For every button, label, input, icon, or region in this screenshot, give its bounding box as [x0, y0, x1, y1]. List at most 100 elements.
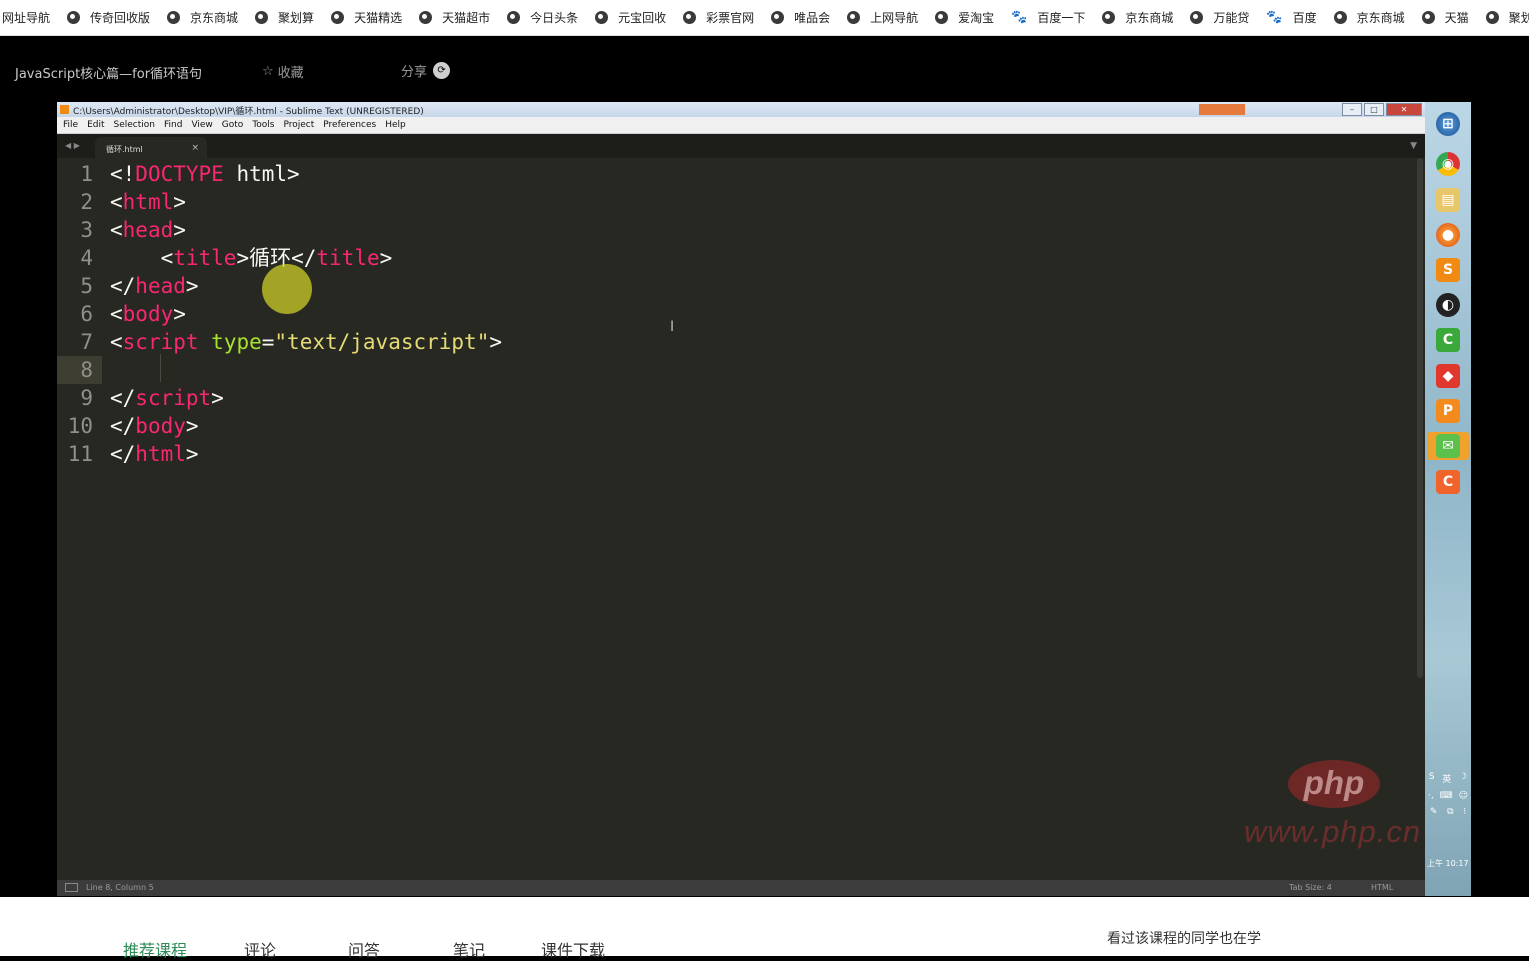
bookmark-item[interactable]: 🐾 百度一下 [1011, 9, 1085, 26]
code-text: <script type="text/javascript"> [110, 328, 502, 356]
bookmark-item[interactable]: 彩票官网 [683, 9, 754, 26]
keyboard-icon[interactable]: ⌨ [1440, 791, 1453, 801]
taskbar-item[interactable]: C [1433, 468, 1463, 496]
bookmark-label: 天猫超市 [442, 11, 491, 25]
wrench-icon[interactable]: ✎ [1430, 807, 1438, 817]
lang-icon[interactable]: 英 [1442, 772, 1451, 785]
bookmark-item[interactable]: 京东商城 [1333, 9, 1405, 26]
bookmark-item[interactable]: 聚划 [1485, 9, 1529, 26]
sogou-icon[interactable]: S [1429, 772, 1435, 785]
bookmark-item[interactable]: 天猫 [1421, 9, 1469, 26]
tab-qa[interactable]: 问答 [348, 937, 380, 961]
code-line[interactable]: 2 <html> [57, 188, 1417, 216]
code-token: = [261, 330, 275, 354]
php-watermark: php www.php.cn [1232, 760, 1420, 850]
bookmark-item[interactable]: 爱淘宝 [935, 9, 994, 26]
taskbar-item[interactable]: S [1433, 256, 1463, 284]
external-icon[interactable]: ⧉ [1447, 807, 1453, 817]
bookmark-item[interactable]: 京东商城 [167, 9, 238, 26]
bookmark-item[interactable]: 天猫超市 [419, 9, 490, 26]
console-icon[interactable] [65, 883, 78, 892]
tab-recommended[interactable]: 推荐课程 [123, 937, 187, 961]
code-line[interactable]: 7 <script type="text/javascript"> [57, 328, 1417, 356]
code-token: head [135, 274, 186, 298]
menu-item-file[interactable]: File [63, 120, 78, 130]
taskbar-item[interactable]: ◆ [1433, 362, 1463, 390]
code-line[interactable]: 4 <title>循环</title> [57, 244, 1417, 272]
taskbar-item[interactable]: ◉ [1433, 150, 1463, 178]
code-line[interactable]: 5 </head> [57, 272, 1417, 300]
tab-file[interactable]: 循环.html × [95, 137, 207, 158]
bookmark-item[interactable]: 🐾 百度 [1266, 9, 1316, 26]
minimize-button[interactable]: – [1342, 103, 1362, 116]
globe-icon [419, 11, 433, 24]
bookmark-item[interactable]: 聚划算 [255, 9, 314, 26]
bookmark-label: 百度一下 [1037, 11, 1086, 25]
taskbar-item[interactable]: C [1433, 326, 1463, 354]
code-token: > [185, 442, 199, 466]
close-button[interactable]: ✕ [1386, 103, 1422, 116]
code-line[interactable]: 10 </body> [57, 412, 1417, 440]
bookmark-item[interactable]: 万能贷 [1190, 9, 1249, 26]
taskbar-item[interactable]: P [1433, 397, 1463, 425]
tab-downloads[interactable]: 课件下载 [541, 937, 605, 961]
menu-item-help[interactable]: Help [385, 120, 406, 130]
baidu-paw-icon: 🐾 [1011, 10, 1028, 25]
menu-item-goto[interactable]: Goto [222, 120, 244, 130]
menu-item-tools[interactable]: Tools [252, 120, 274, 130]
menu-item-selection[interactable]: Selection [114, 120, 155, 130]
taskbar-item[interactable]: ▤ [1433, 186, 1463, 214]
bookmark-item[interactable]: 元宝回收 [595, 9, 666, 26]
user-icon[interactable]: ☺ [1459, 791, 1468, 801]
favorite-button[interactable]: ☆ 收藏 [262, 62, 304, 81]
globe-icon [935, 11, 949, 24]
dots-icon[interactable]: ·, [1428, 791, 1434, 801]
share-button[interactable]: 分享 ⟳ [401, 61, 451, 80]
bookmark-item[interactable]: 京东商城 [1102, 9, 1173, 26]
baidu-paw-icon: 🐾 [1266, 10, 1283, 25]
menu-item-preferences[interactable]: Preferences [323, 120, 376, 130]
code-line[interactable]: 1 <!DOCTYPE html> [57, 160, 1417, 188]
menu-item-view[interactable]: View [191, 120, 212, 130]
tab-nav-arrows-icon[interactable]: ◀ ▶ [65, 141, 80, 150]
taskbar-item[interactable]: ◐ [1433, 291, 1463, 319]
moon-icon[interactable]: ☽ [1459, 772, 1467, 785]
line-number: 10 [67, 414, 93, 438]
bookmark-item[interactable]: 今日头条 [507, 9, 578, 26]
orange-p-icon: P [1436, 399, 1460, 423]
taskbar-item[interactable]: ✉ [1427, 432, 1469, 460]
status-tab-size[interactable]: Tab Size: 4 [1289, 883, 1332, 892]
code-token: html [122, 190, 174, 214]
code-line[interactable]: 9 </script> [57, 384, 1417, 412]
menu-item-edit[interactable]: Edit [87, 120, 104, 130]
bookmark-item[interactable]: 网址导航 [2, 9, 50, 26]
code-line[interactable]: 6 <body> [57, 300, 1417, 328]
tab-comments[interactable]: 评论 [244, 937, 276, 961]
share-label: 分享 [401, 65, 428, 80]
status-syntax[interactable]: HTML [1371, 883, 1393, 892]
menu-item-project[interactable]: Project [283, 120, 314, 130]
code-line[interactable]: 8 [57, 356, 1417, 384]
bookmark-item[interactable]: 上网导航 [847, 9, 918, 26]
status-position: Line 8, Column 5 [86, 883, 154, 892]
tab-close-icon[interactable]: × [191, 143, 199, 153]
line-number: 4 [80, 246, 93, 270]
tab-dropdown-icon[interactable]: ▼ [1410, 141, 1417, 151]
menu-item-find[interactable]: Find [164, 120, 182, 130]
code-token: head [122, 218, 174, 242]
code-line[interactable]: 3 <head> [57, 216, 1417, 244]
file-explorer-icon: ▤ [1436, 188, 1460, 212]
taskbar-item[interactable]: ● [1433, 221, 1463, 249]
bookmark-item[interactable]: 传奇回收版 [67, 9, 150, 26]
more-icon[interactable]: ⁝ [1463, 807, 1466, 817]
bookmark-label: 万能贷 [1213, 11, 1250, 25]
taskbar-item[interactable]: ⊞ [1433, 110, 1463, 138]
bookmark-item[interactable]: 唯品会 [771, 9, 830, 26]
code-line[interactable]: 11 </html> [57, 440, 1417, 468]
code-editor[interactable]: 1 <!DOCTYPE html> 2 <html> 3 <head> 4 <title>循… [57, 158, 1417, 880]
bookmark-item[interactable]: 天猫精选 [331, 9, 402, 26]
code-token: script [135, 386, 212, 410]
maximize-button[interactable]: □ [1364, 103, 1384, 116]
tab-notes[interactable]: 笔记 [453, 937, 485, 961]
editor-scrollbar[interactable] [1417, 158, 1423, 678]
